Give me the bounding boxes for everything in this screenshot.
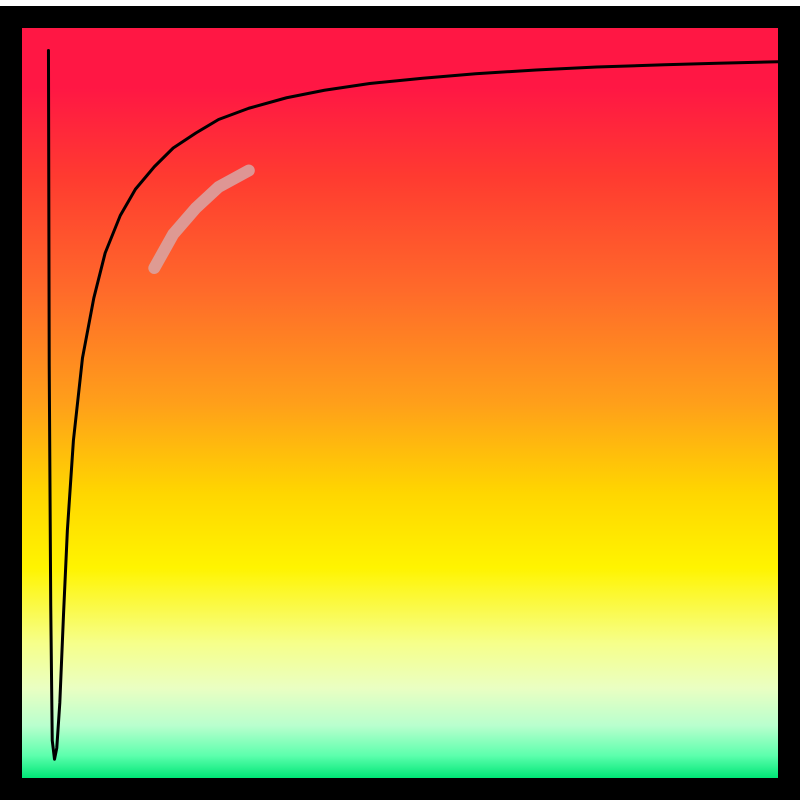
chart-svg (0, 0, 800, 800)
plot-background (22, 28, 778, 778)
chart-canvas: TheBottleneck.com (0, 0, 800, 800)
